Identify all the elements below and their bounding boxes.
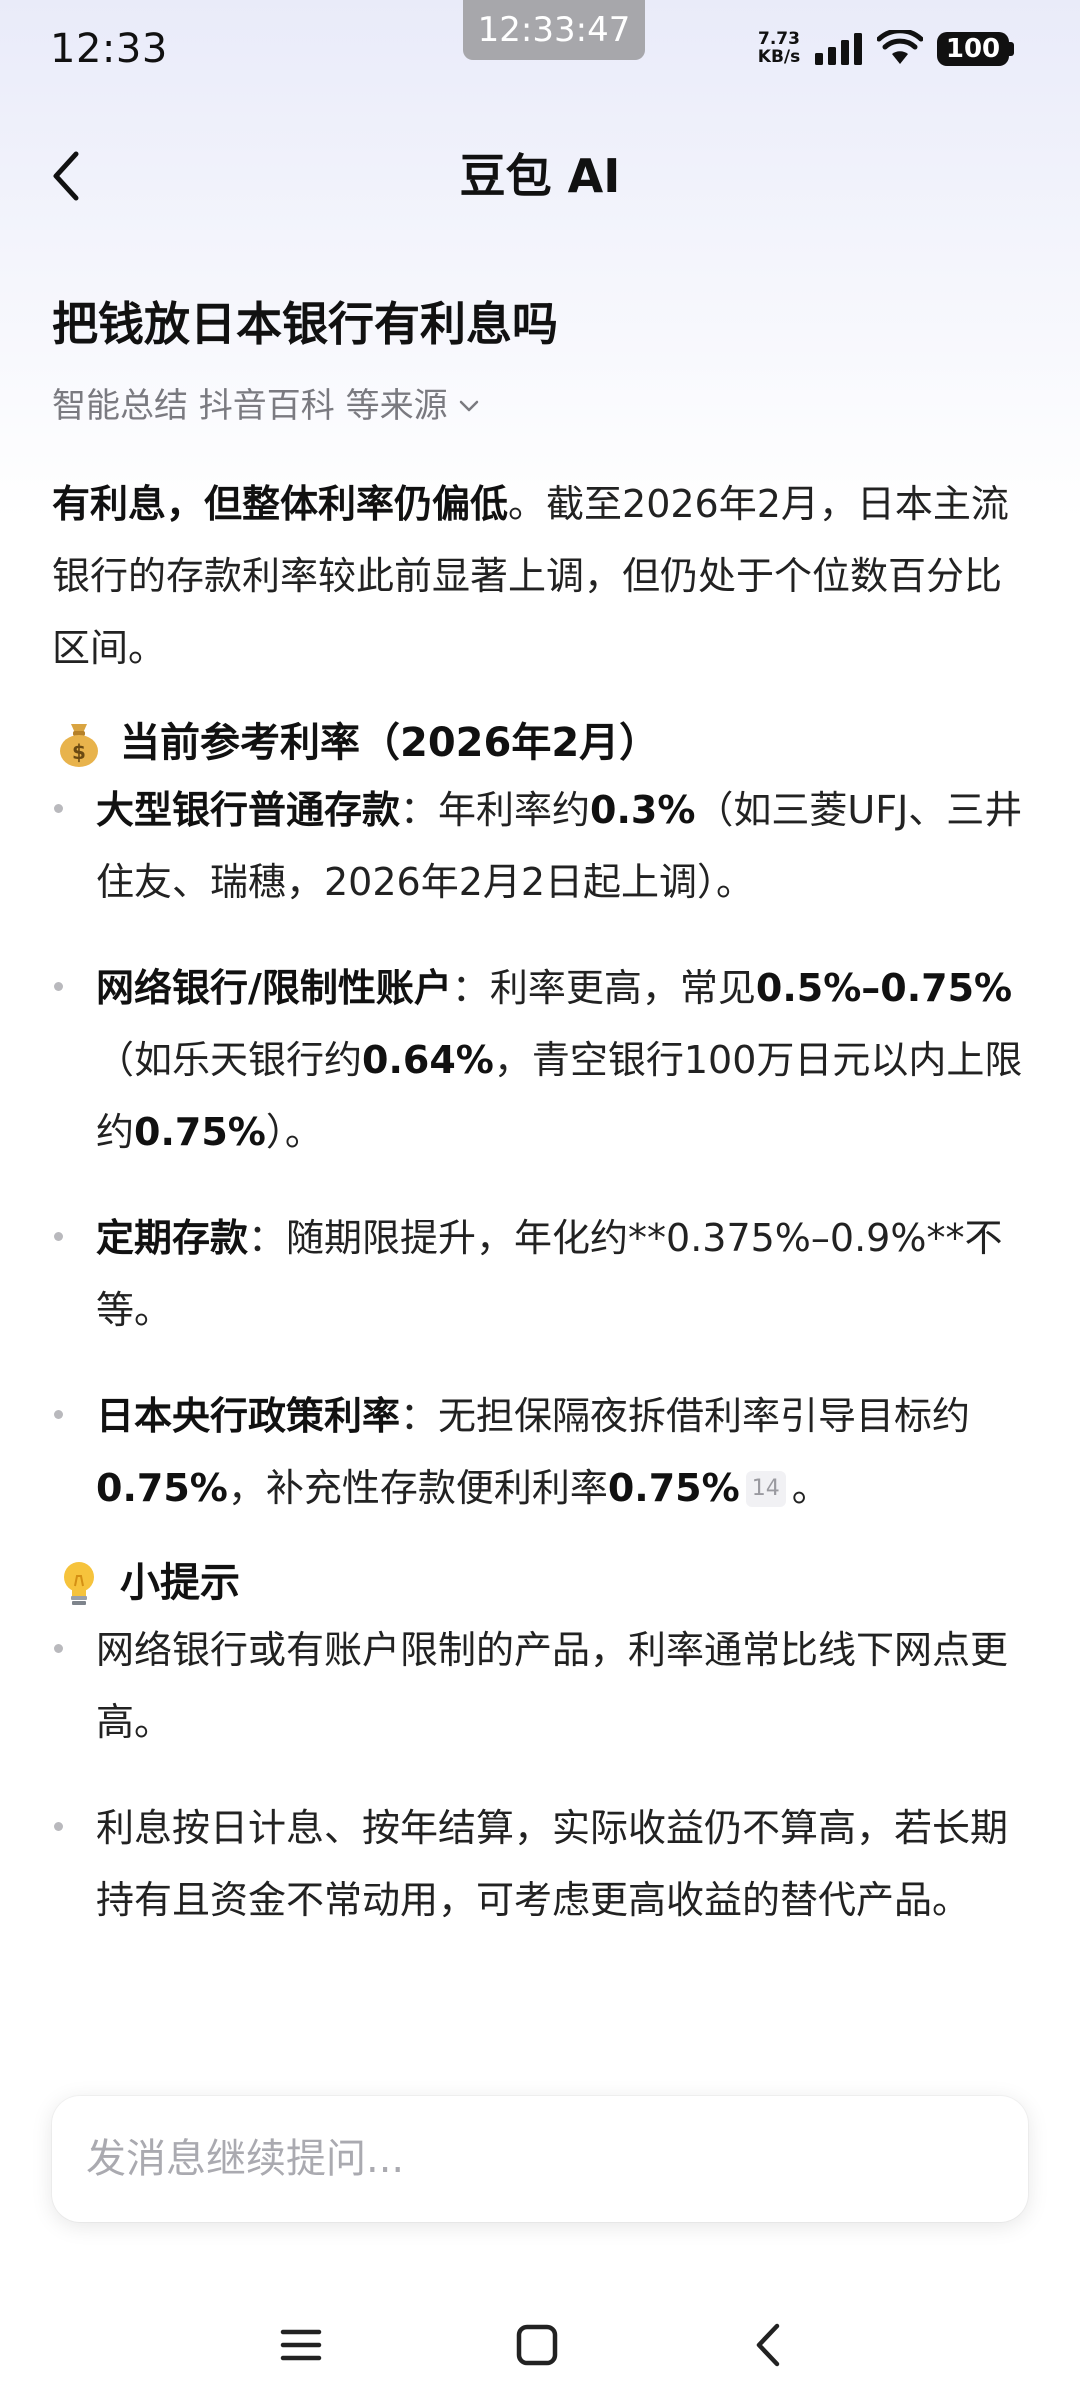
item-text: ：年利率约 (400, 788, 591, 832)
section-heading-rates-text: 当前参考利率（2026年2月） (120, 720, 660, 766)
network-speed: 7.73 KB/s (753, 30, 805, 66)
money-bag-icon: $ (60, 724, 98, 767)
item-value: 0.64% (362, 1038, 494, 1082)
system-nav-bar (0, 2290, 1080, 2400)
status-time: 12:33 (50, 26, 168, 72)
section-heading-tips: 小提示 (52, 1552, 1032, 1614)
item-value: 0.5%–0.75% (755, 966, 1013, 1010)
list-item: 大型银行普通存款：年利率约0.3%（如三菱UFJ、三井住友、瑞穗，2026年2月… (52, 774, 1032, 918)
home-square-icon[interactable] (502, 2310, 572, 2380)
message-input-container[interactable] (52, 2096, 1028, 2222)
item-label: 日本央行政策利率 (96, 1394, 401, 1438)
rates-list: 大型银行普通存款：年利率约0.3%（如三菱UFJ、三井住友、瑞穗，2026年2月… (52, 774, 1032, 1524)
answer-intro: 有利息，但整体利率仍偏低。截至2026年2月，日本主流银行的存款利率较此前显著上… (52, 468, 1032, 684)
answer-content: 把钱放日本银行有利息吗 智能总结 抖音百科 等来源 有利息，但整体利率仍偏低。截… (52, 292, 1032, 1970)
item-value: 0.75% (134, 1110, 266, 1154)
item-value: 0.3% (590, 788, 696, 832)
list-item: 定期存款：随期限提升，年化约**0.375%–0.9%**不等。 (52, 1202, 1032, 1346)
screenshot-time-badge: 12:33:47 (463, 0, 645, 60)
svg-text:$: $ (72, 740, 86, 764)
item-text: ，补充性存款便利利率 (227, 1466, 608, 1510)
intro-bold: 有利息，但整体利率仍偏低 (52, 482, 509, 526)
item-text: 。 (791, 1466, 830, 1510)
item-label: 网络银行/限制性账户 (96, 966, 452, 1010)
network-speed-unit: KB/s (757, 47, 801, 67)
list-item: 日本央行政策利率：无担保隔夜拆借利率引导目标约 0.75%，补充性存款便利利率0.… (52, 1380, 1032, 1524)
item-text: （如乐天银行约 (96, 1038, 363, 1082)
status-bar: 12:33 12:33:47 7.73 KB/s 100 (0, 0, 1080, 100)
reference-chip[interactable]: 14 (745, 1471, 786, 1507)
section-heading-tips-text: 小提示 (120, 1560, 240, 1606)
message-input[interactable] (86, 2136, 994, 2182)
item-text: ）。 (265, 1110, 323, 1154)
item-label: 定期存款 (96, 1216, 249, 1260)
item-text: ：无担保隔夜拆借利率引导目标约 (400, 1394, 971, 1438)
menu-icon[interactable] (266, 2310, 336, 2380)
chevron-left-icon[interactable] (40, 140, 100, 212)
back-icon[interactable] (735, 2310, 805, 2380)
tips-list: 网络银行或有账户限制的产品，利率通常比线下网点更高。 利息按日计息、按年结算，实… (52, 1614, 1032, 1936)
item-text: ：利率更高，常见 (451, 966, 756, 1010)
sources-label: 智能总结 抖音百科 等来源 (52, 386, 448, 426)
list-item: 网络银行/限制性账户：利率更高，常见0.5%–0.75% （如乐天银行约0.64%… (52, 952, 1032, 1168)
sources-toggle[interactable]: 智能总结 抖音百科 等来源 (52, 382, 1032, 430)
battery-tip (1009, 42, 1014, 56)
battery-icon: 100 (937, 32, 1009, 66)
cellular-signal-icon (815, 33, 862, 65)
chevron-down-icon (459, 400, 478, 412)
network-speed-value: 7.73 (758, 29, 800, 49)
wifi-icon (877, 30, 923, 64)
page-title: 豆包 AI (459, 149, 621, 203)
list-item: 网络银行或有账户限制的产品，利率通常比线下网点更高。 (52, 1614, 1032, 1758)
question-title: 把钱放日本银行有利息吗 (52, 297, 558, 351)
light-bulb-icon (64, 1562, 94, 1605)
item-value: 0.75% (96, 1466, 228, 1510)
item-label: 大型银行普通存款 (96, 788, 401, 832)
list-item: 利息按日计息、按年结算，实际收益仍不算高，若长期持有且资金不常动用，可考虑更高收… (52, 1792, 1032, 1936)
section-heading-rates: $ 当前参考利率（2026年2月） (52, 712, 1032, 774)
item-value: 0.75% (607, 1466, 740, 1510)
